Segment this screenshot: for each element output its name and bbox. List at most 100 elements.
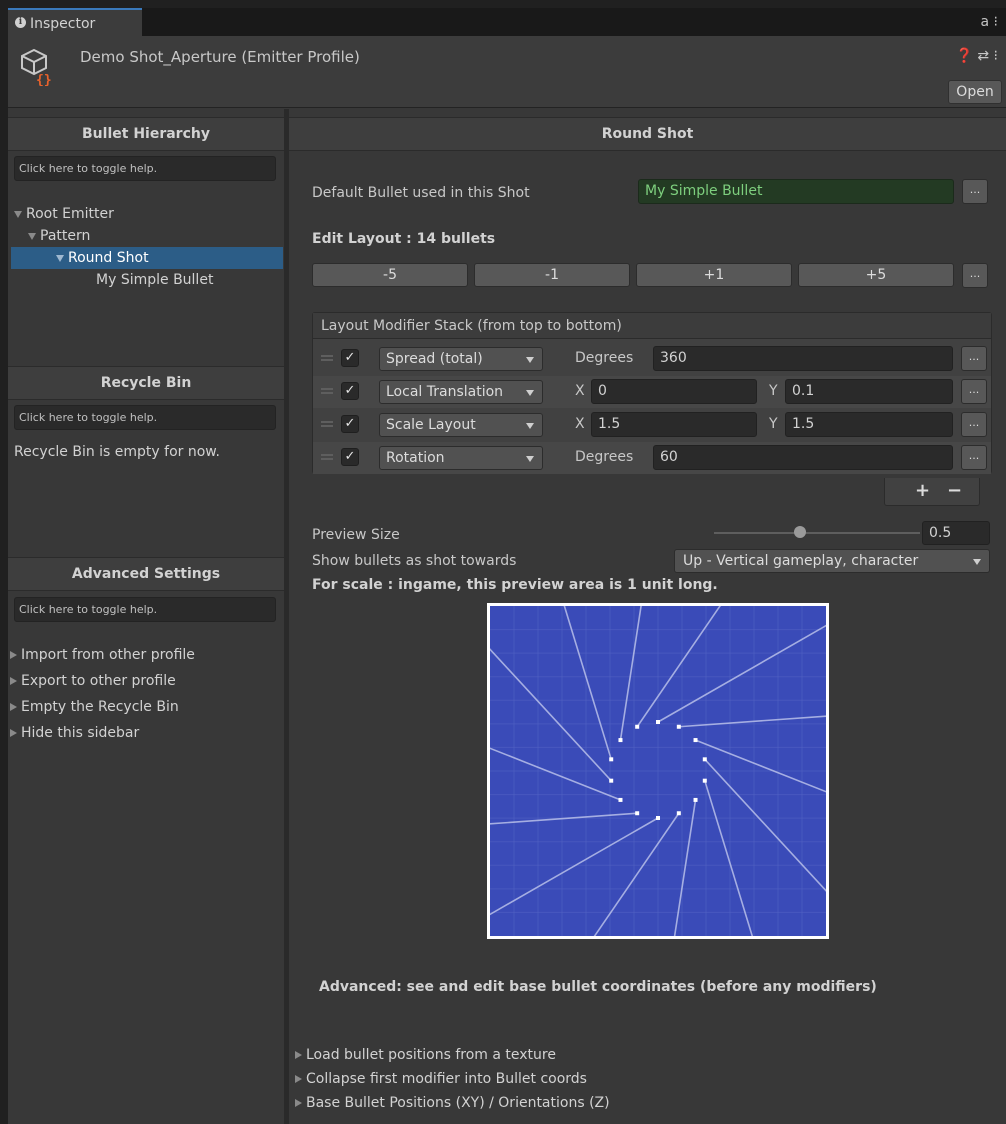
bullet-dot bbox=[702, 757, 707, 762]
minus-1-button[interactable]: -1 bbox=[474, 263, 630, 287]
bullet-dot bbox=[676, 811, 681, 816]
sidebar: Bullet Hierarchy Click here to toggle he… bbox=[8, 109, 284, 1124]
recycle-help-toggle[interactable]: Click here to toggle help. bbox=[14, 405, 276, 430]
modifier-menu-button[interactable]: ... bbox=[961, 346, 987, 371]
tab-inspector[interactable]: i Inspector bbox=[8, 8, 142, 36]
modifier-y-field[interactable]: 1.5 bbox=[785, 412, 953, 437]
expand-arrow-icon[interactable] bbox=[14, 210, 22, 218]
modifier-type-dropdown[interactable]: Scale Layout bbox=[379, 413, 543, 437]
modifier-x-label: X bbox=[575, 416, 585, 432]
shot-title: Round Shot bbox=[289, 117, 1006, 151]
lock-menu-icons[interactable]: a ⁝ bbox=[981, 8, 998, 36]
modifier-label: Degrees bbox=[575, 350, 634, 366]
modifier-x-field[interactable]: 0 bbox=[591, 379, 757, 404]
add-modifier-button[interactable]: + bbox=[915, 478, 930, 504]
fold-collapse-modifier[interactable]: Collapse first modifier into Bullet coor… bbox=[295, 1071, 587, 1087]
fold-arrow-icon bbox=[10, 677, 17, 685]
modifier-y-field[interactable]: 0.1 bbox=[785, 379, 953, 404]
drag-handle-icon[interactable] bbox=[321, 355, 333, 361]
advanced-item-import[interactable]: Import from other profile bbox=[10, 647, 195, 663]
modifier-menu-button[interactable]: ... bbox=[961, 412, 987, 437]
modifier-type-dropdown[interactable]: Rotation bbox=[379, 446, 543, 470]
advanced-settings-title: Advanced Settings bbox=[8, 557, 284, 591]
main-panel: Round Shot Default Bullet used in this S… bbox=[289, 109, 1006, 1124]
fold-arrow-icon bbox=[295, 1099, 302, 1107]
default-bullet-menu-button[interactable]: ... bbox=[962, 179, 988, 204]
dropdown-arrow-icon bbox=[526, 390, 534, 396]
fold-arrow-icon bbox=[10, 651, 17, 659]
modifier-enabled-checkbox[interactable]: ✓ bbox=[341, 448, 359, 466]
svg-text:{}: {} bbox=[36, 73, 52, 86]
bullet-dot bbox=[618, 738, 623, 743]
tree-item-pattern[interactable]: Pattern bbox=[28, 225, 90, 247]
show-towards-dropdown[interactable]: Up - Vertical gameplay, character bbox=[674, 549, 990, 573]
info-icon: i bbox=[15, 17, 26, 28]
preview-size-slider-track[interactable] bbox=[714, 532, 920, 534]
modifier-x-field[interactable]: 1.5 bbox=[591, 412, 757, 437]
bullet-trail bbox=[490, 812, 638, 825]
plus-1-button[interactable]: +1 bbox=[636, 263, 792, 287]
modifier-value-field[interactable]: 60 bbox=[653, 445, 953, 470]
hierarchy-help-toggle[interactable]: Click here to toggle help. bbox=[14, 156, 276, 181]
expand-arrow-icon[interactable] bbox=[56, 254, 64, 262]
scale-note: For scale : ingame, this preview area is… bbox=[312, 577, 718, 593]
modifier-menu-button[interactable]: ... bbox=[961, 445, 987, 470]
edit-layout-label: Edit Layout : 14 bullets bbox=[312, 231, 496, 247]
modifier-type-dropdown[interactable]: Spread (total) bbox=[379, 347, 543, 371]
modifier-enabled-checkbox[interactable]: ✓ bbox=[341, 349, 359, 367]
bullet-trail bbox=[490, 817, 659, 916]
plus-5-button[interactable]: +5 bbox=[798, 263, 954, 287]
drag-handle-icon[interactable] bbox=[321, 421, 333, 427]
default-bullet-field[interactable]: My Simple Bullet bbox=[638, 179, 954, 204]
dropdown-arrow-icon bbox=[526, 423, 534, 429]
modifier-menu-button[interactable]: ... bbox=[961, 379, 987, 404]
dropdown-arrow-icon bbox=[526, 357, 534, 363]
advanced-item-hide-sidebar[interactable]: Hide this sidebar bbox=[10, 725, 139, 741]
show-towards-label: Show bullets as shot towards bbox=[312, 553, 517, 569]
bullet-trail bbox=[657, 624, 826, 723]
inspector-header: {} Demo Shot_Aperture (Emitter Profile) … bbox=[8, 36, 1006, 108]
advanced-item-export[interactable]: Export to other profile bbox=[10, 673, 176, 689]
header-tool-icons[interactable]: ❓ ⇄ ⁝ bbox=[955, 48, 998, 64]
emitter-profile-icon: {} bbox=[21, 48, 52, 86]
tree-item-root-emitter[interactable]: Root Emitter bbox=[14, 203, 114, 225]
modifier-enabled-checkbox[interactable]: ✓ bbox=[341, 382, 359, 400]
preview-canvas bbox=[490, 606, 826, 936]
minus-5-button[interactable]: -5 bbox=[312, 263, 468, 287]
expand-arrow-icon[interactable] bbox=[28, 232, 36, 240]
drag-handle-icon[interactable] bbox=[321, 454, 333, 460]
default-bullet-label: Default Bullet used in this Shot bbox=[312, 185, 530, 201]
recycle-bin-title: Recycle Bin bbox=[8, 366, 284, 400]
fold-arrow-icon bbox=[10, 729, 17, 737]
fold-load-texture[interactable]: Load bullet positions from a texture bbox=[295, 1047, 556, 1063]
fold-base-positions[interactable]: Base Bullet Positions (XY) / Orientation… bbox=[295, 1095, 610, 1111]
preview-size-field[interactable]: 0.5 bbox=[922, 521, 990, 545]
bullet-dot bbox=[693, 738, 698, 743]
fold-arrow-icon bbox=[10, 703, 17, 711]
advanced-note: Advanced: see and edit base bullet coord… bbox=[319, 979, 877, 995]
preview-size-slider-knob[interactable] bbox=[794, 526, 806, 538]
tree-item-round-shot[interactable]: Round Shot bbox=[56, 247, 149, 269]
bullet-dot bbox=[618, 797, 623, 802]
bullet-dot bbox=[609, 757, 614, 762]
modifier-row-spread: ✓ Spread (total) Degrees 360 ... bbox=[313, 343, 991, 375]
modifier-row-local-translation: ✓ Local Translation X 0 Y 0.1 ... bbox=[313, 376, 991, 408]
bullet-trail bbox=[636, 606, 721, 728]
modifier-y-label: Y bbox=[769, 383, 778, 399]
advanced-help-toggle[interactable]: Click here to toggle help. bbox=[14, 597, 276, 622]
open-button[interactable]: Open bbox=[948, 80, 1002, 104]
layout-menu-button[interactable]: ... bbox=[962, 263, 988, 288]
modifier-type-dropdown[interactable]: Local Translation bbox=[379, 380, 543, 404]
bullet-preview-area[interactable] bbox=[487, 603, 829, 939]
bullet-trail bbox=[673, 799, 697, 936]
preview-size-label: Preview Size bbox=[312, 527, 400, 543]
drag-handle-icon[interactable] bbox=[321, 388, 333, 394]
tree-item-my-simple-bullet[interactable]: My Simple Bullet bbox=[96, 269, 213, 291]
modifier-enabled-checkbox[interactable]: ✓ bbox=[341, 415, 359, 433]
modifier-value-field[interactable]: 360 bbox=[653, 346, 953, 371]
bullet-dot bbox=[609, 778, 614, 783]
stack-add-remove: + − bbox=[884, 478, 980, 506]
advanced-item-empty-bin[interactable]: Empty the Recycle Bin bbox=[10, 699, 179, 715]
bullet-dot bbox=[635, 811, 640, 816]
remove-modifier-button[interactable]: − bbox=[947, 478, 962, 504]
